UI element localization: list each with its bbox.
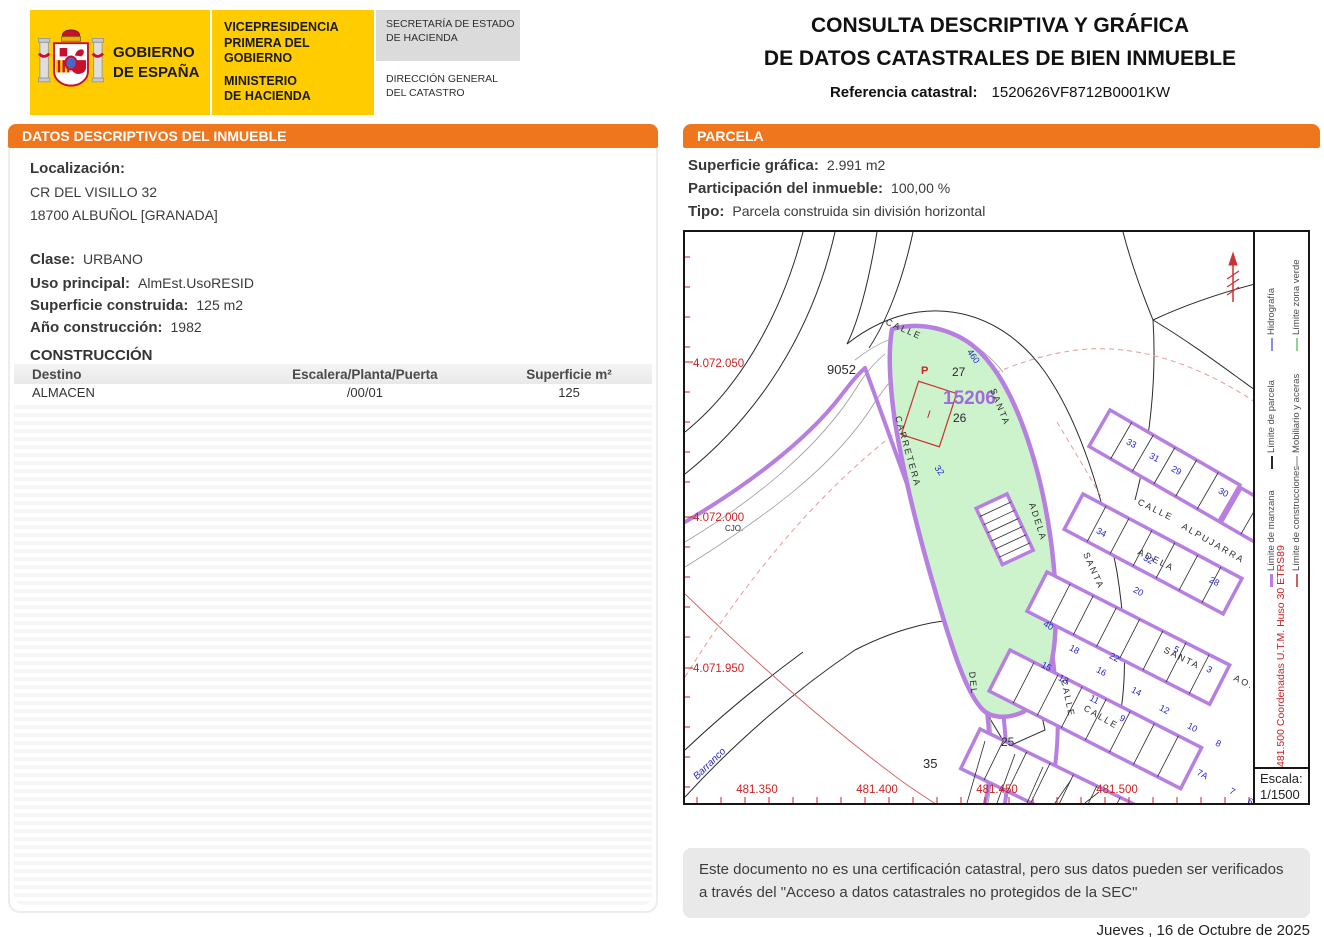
address-line1: CR DEL VISILLO 32 xyxy=(30,184,157,200)
map-legend: Límite de manzana Límite de parcela Hidr… xyxy=(1253,232,1308,803)
col-destino: Destino xyxy=(14,367,244,382)
table-row: ALMACEN /00/01 125 xyxy=(14,384,652,400)
x-axis-label: 481.450 xyxy=(976,784,1018,796)
table-header-row: Destino Escalera/Planta/Puerta Superfici… xyxy=(14,364,652,384)
x-axis-label: 481.350 xyxy=(736,784,778,796)
parcela-line-icon xyxy=(1271,456,1273,469)
title-line2: DE DATOS CATASTRALES DE BIEN INMUEBLE xyxy=(688,43,1312,76)
document-title: CONSULTA DESCRIPTIVA Y GRÁFICA DE DATOS … xyxy=(688,10,1312,101)
svg-text:12: 12 xyxy=(1158,703,1172,717)
disclaimer-box: Este documento no es una certificación c… xyxy=(683,848,1310,918)
address-line2: 18700 ALBUÑOL [GRANADA] xyxy=(30,207,218,223)
hidrografia-line-icon xyxy=(1271,338,1273,351)
panel-header-parcela: PARCELA xyxy=(683,124,1320,148)
construccion-table: Destino Escalera/Planta/Puerta Superfici… xyxy=(14,364,652,400)
block-ref-label: 9052 xyxy=(827,362,856,377)
street-calle-alpujarra-1: CALLE xyxy=(1136,497,1175,523)
construccion-title: CONSTRUCCIÓN xyxy=(30,347,153,364)
construcciones-line-icon xyxy=(1296,574,1298,587)
empty-table-rows xyxy=(14,401,652,905)
scale-value: 1/1500 xyxy=(1260,787,1303,803)
svg-text:7A: 7A xyxy=(1195,767,1209,781)
ref-value: 1520626VF8712B0001KW xyxy=(992,84,1170,101)
parcela-panel: PARCELA xyxy=(683,124,1320,148)
x-axis-label: 481.500 xyxy=(1096,784,1138,796)
col-superficie: Superficie m² xyxy=(486,367,652,382)
legend-limite-construcciones: Límite de construcciones xyxy=(1291,469,1302,587)
parcel-35-label: 35 xyxy=(923,756,937,771)
north-arrow-icon xyxy=(1227,253,1239,302)
cjo-label: CJO. xyxy=(725,524,743,533)
uso-principal-field: Uso principal:AlmEst.UsoRESID xyxy=(30,275,254,292)
parcel-26-label: 26 xyxy=(953,411,967,425)
col-escalera-planta-puerta: Escalera/Planta/Puerta xyxy=(244,367,486,382)
cadastral-map: I xyxy=(683,230,1310,805)
y-axis-label: 4.072.000 xyxy=(693,512,744,524)
svg-text:16: 16 xyxy=(1095,665,1109,679)
datos-descriptivos-panel: DATOS DESCRIPTIVOS DEL INMUEBLE Localiza… xyxy=(8,124,658,913)
cadastral-reference: Referencia catastral: 1520626VF8712B0001K… xyxy=(688,84,1312,101)
y-axis-label: 4.072.050 xyxy=(693,358,744,370)
svg-text:7: 7 xyxy=(1228,786,1237,797)
svg-text:18: 18 xyxy=(1068,643,1082,657)
logo-gobierno-block: GOBIERNO DE ESPAÑA xyxy=(30,10,210,115)
cell-destino: ALMACEN xyxy=(14,385,244,400)
cell-escalera: /00/01 xyxy=(244,385,486,400)
datos-panel-body: Localización: CR DEL VISILLO 32 18700 AL… xyxy=(8,148,658,913)
participacion-field: Participación del inmueble:100,00 % xyxy=(688,177,1308,200)
spain-coat-of-arms-icon xyxy=(38,26,104,100)
clase-field: Clase:URBANO xyxy=(30,251,143,268)
p-marker: P xyxy=(921,365,928,377)
parcel-25-label: 25 xyxy=(1001,735,1015,749)
mobiliario-line-icon xyxy=(1296,456,1298,469)
parcel-27-label: 27 xyxy=(952,365,966,379)
barranco-label: Barranco xyxy=(691,746,728,782)
manzana-line-icon xyxy=(1270,574,1273,587)
ministerio-label: MINISTERIO DE HACIENDA xyxy=(224,74,370,105)
scale-box: Escala: 1/1500 xyxy=(1255,767,1308,803)
document-date: Jueves , 16 de Octubre de 2025 xyxy=(683,922,1310,937)
superficie-construida-field: Superficie construida:125 m2 xyxy=(30,297,243,314)
street-santa-mid: SANTA xyxy=(1081,551,1106,591)
y-axis-label: 4.071.950 xyxy=(693,663,744,675)
legend-limite-parcela: Límite de parcela xyxy=(1266,351,1277,469)
utm-coordinates-note: 481.500 Coordenadas U.T.M. Huso 30 ETRS8… xyxy=(1255,587,1308,767)
title-line1: CONSULTA DESCRIPTIVA Y GRÁFICA xyxy=(688,10,1312,43)
tipo-field: Tipo:Parcela construida sin división hor… xyxy=(688,200,1308,223)
logo-secretaria-block: SECRETARÍA DE ESTADO DE HACIENDA DIRECCI… xyxy=(376,10,520,115)
street-ao: AO. xyxy=(1232,673,1253,691)
scale-label: Escala: xyxy=(1260,771,1303,787)
anio-construccion-field: Año construcción:1982 xyxy=(30,319,202,336)
vicepresidencia-label: VICEPRESIDENCIA PRIMERA DEL GOBIERNO xyxy=(224,20,370,67)
superficie-grafica-field: Superficie gráfica:2.991 m2 xyxy=(688,154,1308,177)
legend-hidrografia: Hidrografía xyxy=(1266,233,1277,351)
legend-items: Límite de manzana Límite de parcela Hidr… xyxy=(1255,232,1308,587)
map-drawing: I xyxy=(685,232,1253,803)
localizacion-label: Localización: xyxy=(30,160,133,177)
subject-parcel-number: 15206 xyxy=(943,388,996,409)
legend-mobiliario: Mobiliario y aceras xyxy=(1291,351,1302,469)
svg-text:20: 20 xyxy=(1132,585,1146,599)
government-logo: GOBIERNO DE ESPAÑA VICEPRESIDENCIA PRIME… xyxy=(30,10,520,115)
cell-superficie: 125 xyxy=(486,385,652,400)
svg-text:14: 14 xyxy=(1130,685,1144,699)
svg-text:10: 10 xyxy=(1186,721,1200,735)
direccion-catastro-label: DIRECCIÓN GENERAL DEL CATASTRO xyxy=(376,61,520,115)
svg-text:6: 6 xyxy=(1246,796,1253,803)
subject-parcel-polygon xyxy=(890,326,1056,717)
gobierno-espana-label: GOBIERNO DE ESPAÑA xyxy=(113,43,199,82)
panel-header-datos: DATOS DESCRIPTIVOS DEL INMUEBLE xyxy=(8,124,658,148)
logo-ministerio-block: VICEPRESIDENCIA PRIMERA DEL GOBIERNO MIN… xyxy=(212,10,374,115)
legend-zona-verde: Límite zona verde xyxy=(1291,233,1302,351)
disclaimer-text-line2: través del "Acceso a datos catastrales n… xyxy=(712,884,1138,901)
secretaria-label: SECRETARÍA DE ESTADO DE HACIENDA xyxy=(376,10,520,61)
parcela-fields: Superficie gráfica:2.991 m2 Participació… xyxy=(688,154,1308,223)
ref-label: Referencia catastral: xyxy=(830,84,978,101)
x-axis-label: 481.400 xyxy=(856,784,898,796)
svg-text:8: 8 xyxy=(1214,738,1223,749)
zona-verde-line-icon xyxy=(1296,338,1298,351)
